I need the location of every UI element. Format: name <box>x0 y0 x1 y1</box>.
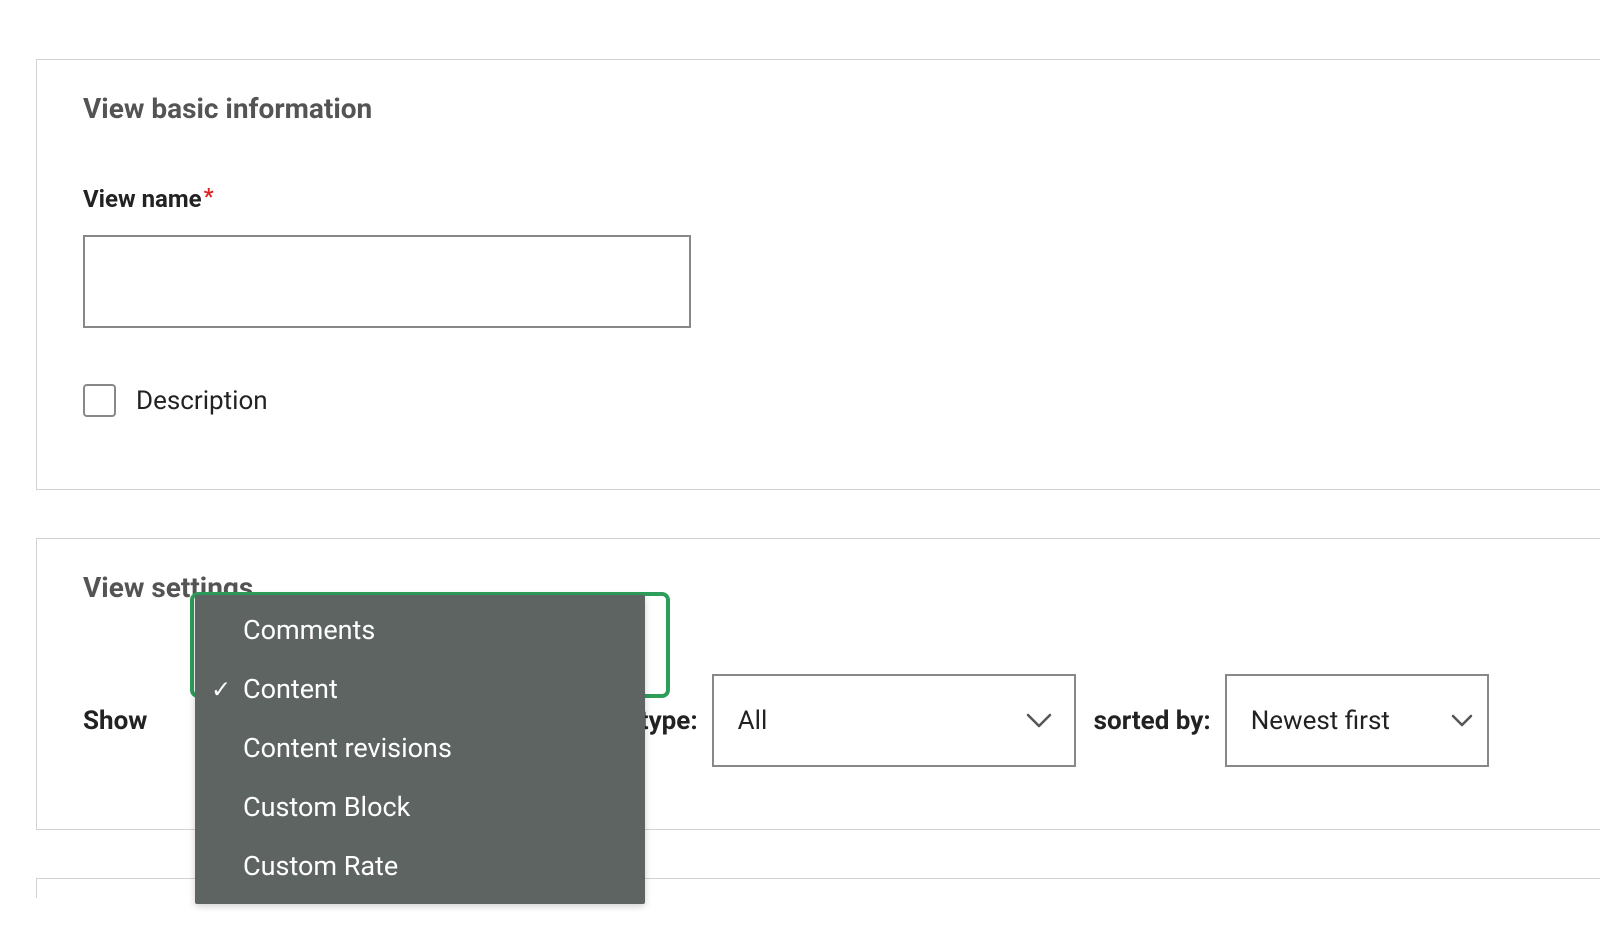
dropdown-option-label: Comments <box>243 614 375 646</box>
view-name-label: View name <box>83 185 202 213</box>
type-select-wrap: All <box>712 674 1076 767</box>
basic-info-heading: View basic information <box>83 92 1554 125</box>
dropdown-option-custom-block[interactable]: Custom Block <box>195 778 645 837</box>
view-settings-panel: View settings Show of type: All sorted b… <box>36 538 1600 830</box>
basic-info-panel: View basic information View name* Descri… <box>36 59 1600 490</box>
dropdown-option-label: Custom Rate <box>243 850 398 882</box>
chevron-down-icon <box>1451 714 1473 728</box>
show-label: Show <box>83 706 147 736</box>
view-name-input[interactable] <box>83 235 691 328</box>
sorted-by-label: sorted by: <box>1094 706 1211 736</box>
sorted-select-value: Newest first <box>1251 706 1390 736</box>
check-icon: ✓ <box>211 674 231 705</box>
dropdown-option-label: Content revisions <box>243 732 452 764</box>
dropdown-option-label: Custom Block <box>243 791 410 823</box>
dropdown-option-comments[interactable]: Comments <box>195 601 645 660</box>
dropdown-option-content[interactable]: ✓ Content <box>195 660 645 719</box>
type-select-value: All <box>738 706 768 736</box>
sorted-select[interactable]: Newest first <box>1225 674 1489 767</box>
description-checkbox[interactable] <box>83 384 116 417</box>
sorted-select-wrap: Newest first <box>1225 674 1489 767</box>
description-label: Description <box>136 386 268 416</box>
dropdown-option-content-revisions[interactable]: Content revisions <box>195 719 645 778</box>
type-select[interactable]: All <box>712 674 1076 767</box>
view-name-label-wrap: View name* <box>83 192 214 211</box>
description-row: Description <box>83 384 1554 417</box>
required-mark: * <box>204 185 214 210</box>
chevron-down-icon <box>1026 713 1052 729</box>
dropdown-option-custom-rate[interactable]: Custom Rate <box>195 837 645 896</box>
show-select-dropdown: Comments ✓ Content Content revisions Cus… <box>195 595 645 904</box>
dropdown-option-label: Content <box>243 673 338 705</box>
